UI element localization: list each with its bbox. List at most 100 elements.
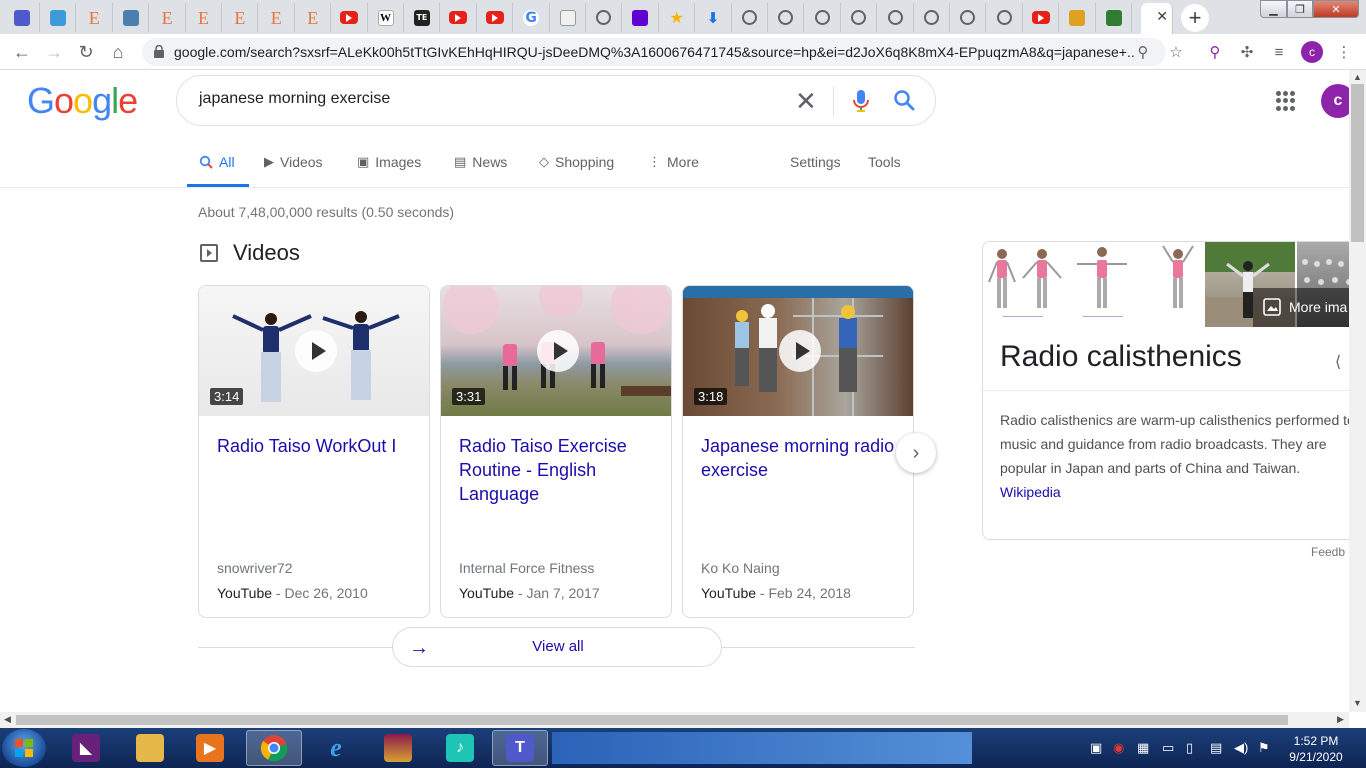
calisthenics-diagram-image[interactable] [983, 242, 1203, 327]
scroll-up-arrow[interactable]: ▲ [1353, 72, 1362, 82]
browser-tab[interactable] [441, 3, 477, 32]
network-tray-icon[interactable]: ▦ [1137, 740, 1149, 756]
new-tab-button[interactable]: + [1181, 4, 1209, 32]
browser-tab[interactable]: E [150, 3, 186, 32]
address-bar[interactable]: google.com/search?sxsrf=ALeKk00h5tTtGIvK… [142, 38, 1166, 66]
browser-tab[interactable] [332, 3, 368, 32]
browser-tab[interactable]: E [259, 3, 295, 32]
video-card[interactable]: 3:31 Radio Taiso Exercise Routine - Engl… [440, 285, 672, 618]
browser-tab[interactable] [987, 3, 1023, 32]
scroll-right-arrow[interactable]: ▶ [1337, 714, 1344, 725]
tab-videos[interactable]: ▶ Videos [264, 154, 323, 170]
taskbar-winrar[interactable] [370, 730, 426, 766]
video-title-link[interactable]: Japanese morning radio exercise [701, 434, 901, 482]
browser-tab[interactable] [4, 3, 40, 32]
browser-tab[interactable]: E [295, 3, 332, 32]
menu-icon[interactable]: ⋮ [1334, 42, 1354, 62]
video-title-link[interactable]: Radio Taiso Exercise Routine - English L… [459, 434, 659, 506]
browser-tab[interactable] [113, 3, 150, 32]
horizontal-scroll-thumb[interactable] [16, 715, 1288, 725]
share-icon[interactable]: ⟨ [1335, 352, 1341, 372]
search-icon[interactable] [893, 89, 915, 111]
browser-tab[interactable] [841, 3, 878, 32]
tab-news[interactable]: ▤ News [454, 154, 507, 170]
taskbar-window-button[interactable] [552, 732, 972, 764]
teams-tray-icon[interactable]: ▣ [1090, 740, 1102, 756]
browser-tab[interactable]: G [514, 3, 550, 32]
reload-button[interactable]: ↻ [74, 40, 98, 64]
video-card[interactable]: 3:18 Japanese morning radio exercise Ko … [682, 285, 914, 618]
browser-tab[interactable] [1096, 3, 1132, 32]
browser-tab[interactable] [1060, 3, 1096, 32]
browser-tab[interactable]: ⬇ [696, 3, 732, 32]
search-input[interactable]: japanese morning exercise [199, 90, 390, 108]
video-card[interactable]: 3:14 Radio Taiso WorkOut I snowriver72 Y… [198, 285, 430, 618]
tab-images[interactable]: ▣ Images [357, 154, 421, 170]
browser-tab[interactable] [914, 3, 950, 32]
google-apps-icon[interactable] [1276, 91, 1296, 111]
taskbar-chrome[interactable] [246, 730, 302, 766]
tab-active[interactable]: ✕ [1141, 3, 1173, 34]
device-tray-icon[interactable]: ▯ [1186, 740, 1193, 756]
search-box[interactable]: japanese morning exercise ✕ [176, 75, 936, 126]
browser-tab[interactable] [805, 3, 841, 32]
browser-tab[interactable] [1023, 3, 1060, 32]
maximize-window-button[interactable]: ❐ [1287, 0, 1313, 18]
play-icon[interactable] [779, 330, 821, 372]
browser-tab[interactable] [550, 3, 586, 32]
bookmark-star-icon[interactable]: ☆ [1166, 42, 1186, 62]
browser-tab[interactable]: E [77, 3, 113, 32]
monitor-tray-icon[interactable]: ▤ [1210, 740, 1222, 756]
browser-tab[interactable] [768, 3, 805, 32]
browser-tab[interactable]: TE [404, 3, 441, 32]
google-logo[interactable]: Google [27, 80, 138, 122]
video-thumbnail[interactable]: 3:18 [683, 286, 913, 416]
tools-link[interactable]: Tools [868, 154, 901, 170]
browser-tab[interactable]: E [222, 3, 259, 32]
browser-tab[interactable] [586, 3, 623, 32]
volume-icon[interactable]: ◀) [1234, 740, 1248, 756]
scroll-down-arrow[interactable]: ▼ [1353, 698, 1362, 708]
browser-tab[interactable] [950, 3, 987, 32]
media-control-icon[interactable]: ≡ [1269, 42, 1289, 62]
taskbar-file-explorer[interactable] [122, 730, 178, 766]
microphone-icon[interactable] [851, 89, 871, 113]
carousel-next-button[interactable]: › [896, 433, 936, 473]
browser-tab[interactable]: E [186, 3, 222, 32]
video-title-link[interactable]: Radio Taiso WorkOut I [217, 434, 417, 458]
close-tab-icon[interactable]: ✕ [1156, 8, 1168, 25]
tab-more[interactable]: ⋮ More [648, 154, 699, 170]
tab-all[interactable]: All [199, 154, 235, 170]
forward-button[interactable]: → [42, 40, 66, 64]
home-button[interactable]: ⌂ [106, 40, 130, 64]
view-all-button[interactable]: View all → [392, 627, 722, 667]
browser-tab[interactable]: W [368, 3, 404, 32]
vertical-scrollbar[interactable]: ▲ ▼ [1349, 70, 1366, 712]
wikipedia-link[interactable]: Wikipedia [1000, 484, 1061, 500]
taskbar-teams[interactable]: T [492, 730, 548, 766]
browser-tab[interactable] [40, 3, 77, 32]
settings-link[interactable]: Settings [790, 154, 841, 170]
sync-tray-icon[interactable]: ◉ [1113, 740, 1124, 756]
back-button[interactable]: ← [10, 40, 34, 64]
taskbar-tiktok[interactable]: ♪ [432, 730, 488, 766]
browser-tab[interactable] [732, 3, 768, 32]
tab-shopping[interactable]: ◇ Shopping [539, 154, 614, 170]
browser-tab[interactable] [878, 3, 914, 32]
more-images-button[interactable]: More ima [1263, 298, 1347, 316]
taskbar-visual-studio[interactable]: ◣ [58, 730, 114, 766]
browser-tab[interactable] [477, 3, 514, 32]
url-text[interactable]: google.com/search?sxsrf=ALeKk00h5tTtGIvK… [174, 44, 1134, 60]
scroll-left-arrow[interactable]: ◀ [4, 714, 11, 725]
video-thumbnail[interactable]: 3:14 [199, 286, 429, 416]
minimize-window-button[interactable]: ▁ [1260, 0, 1287, 18]
zoom-icon[interactable]: ⚲ [1133, 42, 1153, 62]
feedback-link[interactable]: Feedb [1311, 545, 1345, 559]
search-extension-icon[interactable]: ⚲ [1205, 42, 1225, 62]
taskbar-internet-explorer[interactable]: e [308, 730, 364, 766]
horizontal-scrollbar[interactable]: ◀ ▶ [0, 712, 1349, 728]
extensions-icon[interactable]: ✣ [1237, 42, 1257, 62]
clear-search-icon[interactable]: ✕ [795, 88, 817, 114]
system-clock[interactable]: 1:52 PM 9/21/2020 [1286, 733, 1346, 765]
browser-tab[interactable] [623, 3, 659, 32]
